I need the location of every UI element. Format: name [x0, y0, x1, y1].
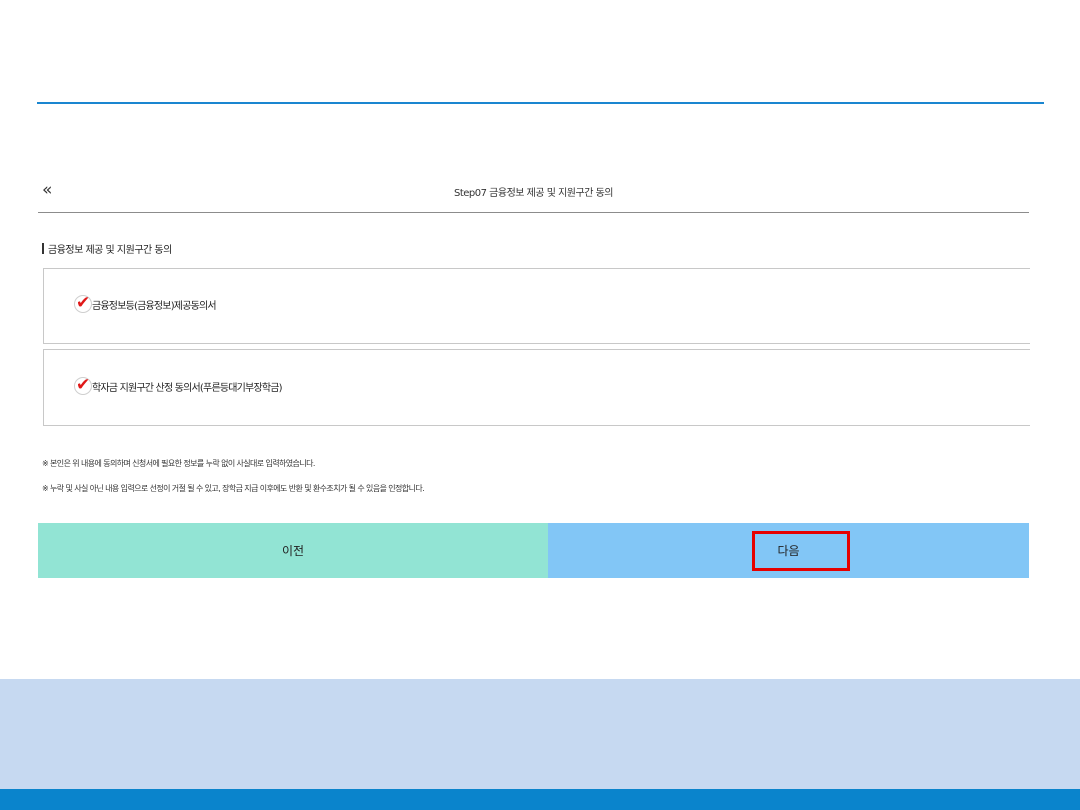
section-title-text: 금융정보 제공 및 지원구간 동의 — [48, 245, 172, 256]
top-divider — [37, 102, 1044, 104]
agreement-label[interactable]: 금융정보등(금융정보)제공동의서 — [92, 297, 217, 312]
footer-band — [0, 679, 1080, 789]
checkmark-icon: ✔ — [76, 375, 91, 395]
agreement-label[interactable]: 학자금 지원구간 산정 동의서(푸른등대기부장학금) — [92, 379, 283, 394]
footer-bar — [0, 789, 1080, 810]
section-title: 금융정보 제공 및 지원구간 동의 — [42, 241, 172, 256]
next-button[interactable]: 다음 — [548, 523, 1029, 578]
agreement-checkbox[interactable]: ✔ — [74, 375, 92, 395]
step-header: « Step07 금융정보 제공 및 지원구간 동의 — [38, 176, 1029, 213]
prev-button[interactable]: 이전 — [38, 523, 548, 578]
agreement-box-support-tier: ✔ 학자금 지원구간 산정 동의서(푸른등대기부장학금) — [43, 349, 1030, 426]
checkmark-icon: ✔ — [76, 293, 91, 313]
agreement-checkbox[interactable]: ✔ — [74, 293, 92, 313]
section-bar — [42, 243, 44, 254]
notice-text: ※ 누락 및 사실 아닌 내용 입력으로 선정이 거절 될 수 있고, 장학금 … — [42, 484, 425, 493]
notice-text: ※ 본인은 위 내용에 동의하며 신청서에 필요한 정보를 누락 없이 사실대로… — [42, 459, 315, 468]
step-title: Step07 금융정보 제공 및 지원구간 동의 — [454, 188, 614, 199]
agreement-box-financial-info: ✔ 금융정보등(금융정보)제공동의서 — [43, 268, 1030, 344]
agreement-row[interactable]: ✔ 학자금 지원구간 산정 동의서(푸른등대기부장학금) — [74, 375, 283, 395]
agreement-row[interactable]: ✔ 금융정보등(금융정보)제공동의서 — [74, 293, 217, 313]
